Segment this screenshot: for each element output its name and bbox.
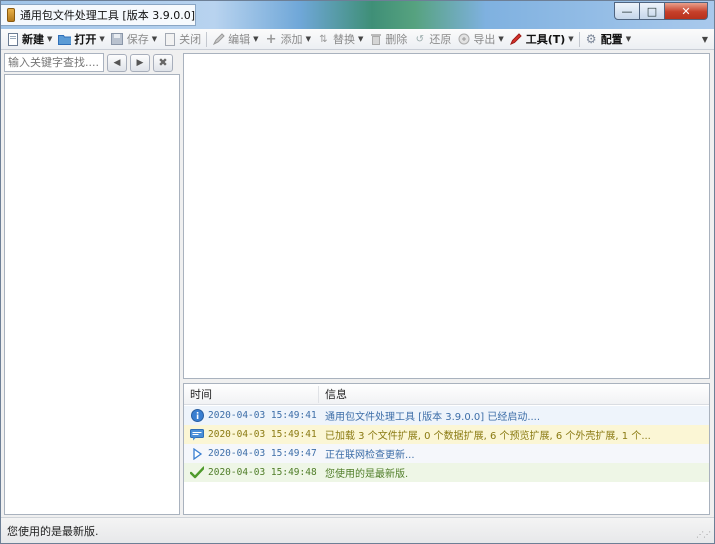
triangle-right-icon: ▶ — [136, 57, 144, 68]
maximize-icon: □ — [646, 4, 658, 18]
toolbar-overflow-icon[interactable]: ▼ — [702, 35, 708, 44]
log-message: 您使用的是最新版. — [325, 469, 409, 480]
toolbar-separator — [578, 31, 580, 47]
add-button[interactable]: + 添加 ▼ — [262, 30, 314, 49]
chevron-down-icon[interactable]: ▼ — [47, 35, 52, 43]
log-time: 2020-04-03 15:49:41 — [208, 410, 317, 421]
column-header-info[interactable]: 信息 — [325, 386, 347, 402]
save-button[interactable]: 保存 ▼ — [108, 30, 160, 49]
clear-search-button[interactable]: ✖ — [153, 53, 173, 72]
chevron-down-icon[interactable]: ▼ — [99, 35, 104, 43]
play-icon — [190, 447, 204, 461]
chevron-down-icon[interactable]: ▼ — [626, 35, 631, 43]
save-label: 保存 — [126, 33, 149, 46]
window-controls: — □ ✕ — [614, 2, 708, 20]
pen-icon — [510, 33, 523, 46]
undo-icon: ↺ — [415, 33, 425, 45]
log-panel[interactable]: 时间 信息 2020-04-03 15:49:41 通用包文件处理工具 [版本 … — [183, 383, 710, 515]
trash-icon — [369, 33, 382, 46]
close-file-button[interactable]: 关闭 — [160, 30, 204, 49]
edit-button[interactable]: 编辑 ▼ — [209, 30, 261, 49]
delete-label: 删除 — [385, 33, 408, 46]
new-label: 新建 — [22, 33, 44, 46]
title-bar[interactable]: 通用包文件处理工具 [版本 3.9.0.0] — □ ✕ — [1, 1, 714, 29]
edit-label: 编辑 — [228, 33, 251, 46]
export-label: 导出 — [473, 33, 496, 46]
tools-menu-button[interactable]: 工具(T) ▼ — [507, 30, 577, 49]
pencil-icon — [212, 33, 225, 46]
triangle-left-icon: ◀ — [113, 57, 121, 68]
log-message: 已加载 3 个文件扩展, 0 个数据扩展, 6 个预览扩展, 6 个外壳扩展, … — [325, 431, 651, 442]
export-icon — [457, 33, 470, 46]
log-message: 通用包文件处理工具 [版本 3.9.0.0] 已经启动.... — [325, 412, 541, 423]
log-row[interactable]: 2020-04-03 15:49:47 正在联网检查更新... — [184, 444, 709, 463]
toolbar-separator — [206, 31, 208, 47]
chevron-down-icon[interactable]: ▼ — [498, 35, 503, 43]
chevron-down-icon[interactable]: ▼ — [306, 35, 311, 43]
file-tree-panel[interactable] — [4, 74, 180, 515]
search-input[interactable] — [4, 53, 104, 72]
delete-button[interactable]: 删除 — [366, 30, 410, 49]
title-box: 通用包文件处理工具 [版本 3.9.0.0] — [1, 4, 196, 26]
new-button[interactable]: 新建 ▼ — [3, 30, 55, 49]
status-text: 您使用的是最新版. — [7, 524, 99, 538]
tools-label: 工具(T) — [525, 33, 566, 46]
open-label: 打开 — [74, 33, 97, 46]
log-message: 正在联网检查更新... — [325, 450, 415, 461]
window-title: 通用包文件处理工具 [版本 3.9.0.0] — [19, 9, 195, 22]
minimize-icon: — — [621, 4, 633, 18]
new-file-icon — [6, 32, 19, 46]
minimize-button[interactable]: — — [614, 2, 640, 20]
log-row[interactable]: 2020-04-03 15:49:41 已加载 3 个文件扩展, 0 个数据扩展… — [184, 425, 709, 444]
chevron-down-icon[interactable]: ▼ — [253, 35, 258, 43]
close-file-label: 关闭 — [179, 33, 202, 46]
replace-icon: ⇅ — [319, 33, 328, 45]
log-row[interactable]: 2020-04-03 15:49:41 通用包文件处理工具 [版本 3.9.0.… — [184, 406, 709, 425]
close-window-button[interactable]: ✕ — [664, 2, 708, 20]
restore-label: 还原 — [429, 33, 452, 46]
app-icon — [7, 8, 15, 22]
search-bar: ◀ ▶ ✖ — [4, 53, 180, 72]
add-label: 添加 — [280, 33, 303, 46]
previous-match-button[interactable]: ◀ — [107, 53, 127, 72]
app-window: 通用包文件处理工具 [版本 3.9.0.0] — □ ✕ 新建 ▼ 打开 ▼ 保… — [0, 0, 715, 544]
main-toolbar: 新建 ▼ 打开 ▼ 保存 ▼ 关闭 编辑 ▼ + 添加 ▼ ⇅ 替换 ▼ 删除 … — [1, 29, 714, 50]
restore-button[interactable]: ↺ 还原 — [410, 30, 454, 49]
replace-button[interactable]: ⇅ 替换 ▼ — [314, 30, 366, 49]
next-match-button[interactable]: ▶ — [130, 53, 150, 72]
preview-panel[interactable] — [183, 53, 710, 379]
clear-icon: ✖ — [158, 56, 168, 69]
save-icon — [111, 33, 124, 46]
plus-icon: + — [265, 31, 277, 47]
message-icon — [190, 428, 204, 442]
chevron-down-icon[interactable]: ▼ — [568, 35, 573, 43]
config-label: 配置 — [600, 33, 623, 46]
status-bar: 您使用的是最新版. ⋰⋰ — [1, 517, 714, 543]
log-row[interactable]: 2020-04-03 15:49:48 您使用的是最新版. — [184, 463, 709, 482]
column-header-time[interactable]: 时间 — [190, 386, 212, 402]
chevron-down-icon[interactable]: ▼ — [358, 35, 363, 43]
close-file-icon — [163, 32, 176, 46]
log-time: 2020-04-03 15:49:48 — [208, 467, 317, 478]
open-button[interactable]: 打开 ▼ — [55, 30, 107, 49]
resize-grip-icon[interactable]: ⋰⋰ — [696, 530, 711, 539]
log-time: 2020-04-03 15:49:41 — [208, 429, 317, 440]
close-icon: ✕ — [681, 4, 691, 18]
gear-icon: ⚙ — [585, 32, 597, 46]
config-menu-button[interactable]: ⚙ 配置 ▼ — [582, 30, 634, 49]
folder-icon — [58, 33, 72, 46]
column-divider[interactable] — [318, 386, 319, 403]
log-header: 时间 信息 — [184, 384, 709, 405]
info-icon — [190, 409, 204, 423]
log-time: 2020-04-03 15:49:47 — [208, 448, 317, 459]
export-button[interactable]: 导出 ▼ — [454, 30, 506, 49]
check-icon — [190, 466, 204, 480]
replace-label: 替换 — [332, 33, 355, 46]
maximize-button[interactable]: □ — [639, 2, 665, 20]
chevron-down-icon[interactable]: ▼ — [152, 35, 157, 43]
